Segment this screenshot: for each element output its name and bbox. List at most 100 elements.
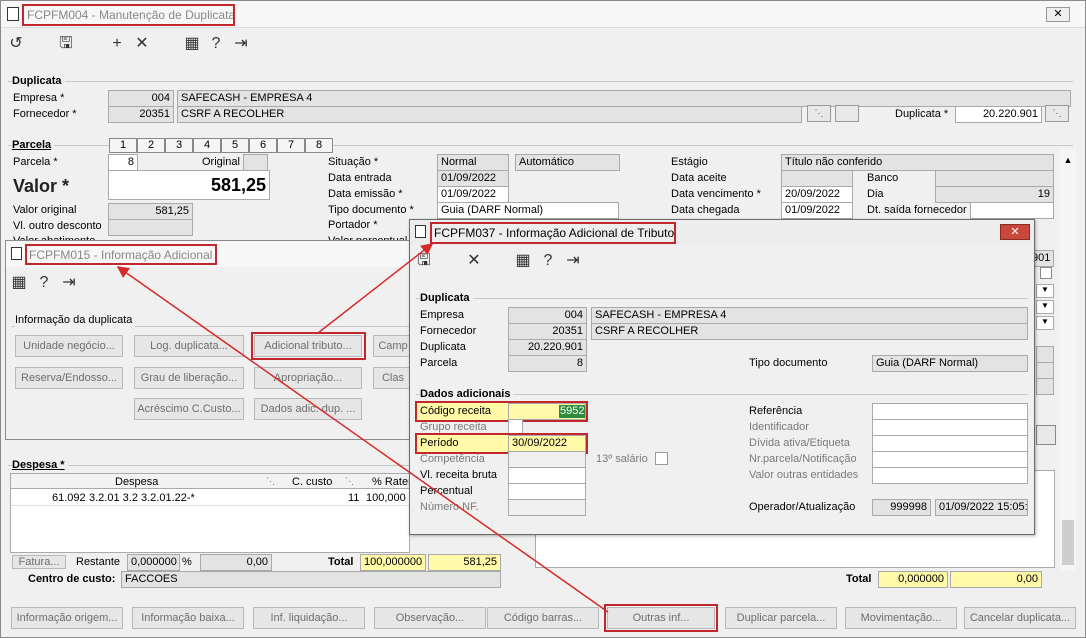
col-despesa-filter-icon[interactable]: ⋱ <box>266 475 275 488</box>
close-icon[interactable]: ✕ <box>1046 7 1070 22</box>
duplicata-lookup-button[interactable]: ⋱ <box>1045 105 1069 122</box>
salario-checkbox[interactable] <box>655 452 668 465</box>
dados-adic-dup-button[interactable]: Dados adic. dup. ... <box>254 398 362 420</box>
tributo-cancel-icon[interactable]: ✕ <box>465 252 483 270</box>
outro-desconto-label: Vl. outro desconto <box>13 220 102 232</box>
vencimento-field[interactable]: 20/09/2022 <box>781 186 853 203</box>
valor-outras-field[interactable] <box>872 467 1028 484</box>
tipo-documento-select[interactable]: Guia (DARF Normal) <box>437 202 619 219</box>
unidade-negocio-button[interactable]: Unidade negócio... <box>15 335 123 357</box>
valor-field[interactable]: 581,25 <box>108 170 270 200</box>
fornecedor-lookup-button[interactable]: ⋱ <box>807 105 831 122</box>
info-exit-icon[interactable]: ⇥ <box>60 274 78 292</box>
info-doc-icon <box>11 247 22 260</box>
receita-bruta-label: Vl. receita bruta <box>420 469 498 481</box>
side-button[interactable] <box>1036 425 1056 445</box>
fornecedor-code-field[interactable]: 20351 <box>108 106 174 123</box>
percentual-field[interactable] <box>508 483 586 500</box>
row-ccusto: 11 <box>348 492 360 504</box>
codigo-barras-button[interactable]: Código barras... <box>487 607 599 629</box>
codigo-receita-highlight <box>415 401 588 422</box>
tributo-help-icon[interactable]: ? <box>539 252 557 270</box>
tributo-close-icon[interactable]: ✕ <box>1000 224 1030 240</box>
clas-button[interactable]: Clas <box>373 367 413 389</box>
fatura-button[interactable]: Fatura... <box>12 555 66 569</box>
info-title-highlight <box>25 244 217 265</box>
inf-liquidacao-button[interactable]: Inf. liquidação... <box>253 607 365 629</box>
col-ccusto-header[interactable]: C. custo <box>292 476 332 489</box>
duplicar-parcela-button[interactable]: Duplicar parcela... <box>725 607 837 629</box>
tab-parcela-6[interactable]: 6 <box>249 138 277 153</box>
calendar-icon[interactable]: ▦ <box>183 35 201 53</box>
competencia-field[interactable] <box>508 451 586 468</box>
identificador-label: Identificador <box>749 421 809 433</box>
info-calendar-icon[interactable]: ▦ <box>10 274 28 292</box>
tributo-calendar-icon[interactable]: ▦ <box>514 252 532 270</box>
adicional-tributo-highlight <box>251 332 366 360</box>
salario-label: 13º salário <box>596 453 648 465</box>
refresh-icon[interactable]: ↺ <box>7 35 25 53</box>
add-icon[interactable]: + <box>108 35 126 53</box>
tab-parcela-1[interactable]: 1 <box>109 138 137 153</box>
acrescimo-ccusto-button[interactable]: Acréscimo C.Custo... <box>134 398 244 420</box>
tab-parcela-4[interactable]: 4 <box>193 138 221 153</box>
scroll-thumb[interactable] <box>1062 520 1074 565</box>
fornecedor-extra-button[interactable] <box>835 105 859 122</box>
portador-label: Portador * <box>328 219 378 231</box>
grau-liberacao-button[interactable]: Grau de liberação... <box>134 367 244 389</box>
numero-nf-field[interactable] <box>508 499 586 516</box>
observacao-button[interactable]: Observação... <box>374 607 486 629</box>
valor-original-field: 581,25 <box>108 203 193 220</box>
scroll-up-icon[interactable]: ▲ <box>1060 155 1076 165</box>
side-dropdown-2[interactable]: ▼ <box>1036 300 1054 314</box>
movimentacao-button[interactable]: Movimentação... <box>845 607 957 629</box>
info-help-icon[interactable]: ? <box>35 274 53 292</box>
exit-icon[interactable]: ⇥ <box>232 35 250 53</box>
side-dropdown-1[interactable]: ▼ <box>1036 284 1054 298</box>
total-label: Total <box>328 556 354 568</box>
col-rateio-header[interactable]: % Rater <box>372 476 412 489</box>
tab-parcela-2[interactable]: 2 <box>137 138 165 153</box>
col-despesa-header[interactable]: Despesa <box>115 476 158 489</box>
parcela-field[interactable]: 8 <box>108 154 138 171</box>
side-dropdown-3[interactable]: ▼ <box>1036 316 1054 330</box>
tributo-fornecedor-name: CSRF A RECOLHER <box>591 323 1028 340</box>
centro-custo-label: Centro de custo: <box>28 573 116 585</box>
pct-sign: % <box>182 556 192 568</box>
duplicata-field[interactable]: 20.220.901 <box>955 106 1042 123</box>
empresa-code-field[interactable]: 004 <box>108 90 174 107</box>
nr-parcela-field[interactable] <box>872 451 1028 468</box>
referencia-field[interactable] <box>872 403 1028 420</box>
tab-parcela-3[interactable]: 3 <box>165 138 193 153</box>
emissao-label: Data emissão * <box>328 188 403 200</box>
side-checkbox[interactable] <box>1040 267 1052 279</box>
informacao-baixa-button[interactable]: Informação baixa... <box>132 607 244 629</box>
informacao-origem-button[interactable]: Informação origem... <box>11 607 123 629</box>
chegada-field[interactable]: 01/09/2022 <box>781 202 853 219</box>
camp-button[interactable]: Camp <box>373 335 413 357</box>
vencimento-label: Data vencimento * <box>671 188 761 200</box>
tab-parcela-8[interactable]: 8 <box>305 138 333 153</box>
tributo-duplicata-field: 20.220.901 <box>508 339 587 356</box>
tributo-window <box>409 219 1035 535</box>
tab-parcela-5[interactable]: 5 <box>221 138 249 153</box>
tributo-exit-icon[interactable]: ⇥ <box>564 252 582 270</box>
cancelar-duplicata-button[interactable]: Cancelar duplicata... <box>964 607 1076 629</box>
tributo-save-icon[interactable]: 🖫 <box>415 252 433 270</box>
original-flag-field <box>243 154 268 171</box>
emissao-field[interactable]: 01/09/2022 <box>437 186 509 203</box>
log-duplicata-button[interactable]: Log. duplicata... <box>134 335 244 357</box>
save-icon[interactable]: 🖫 <box>57 35 75 53</box>
main-title-highlight <box>22 4 235 26</box>
main-scrollbar[interactable] <box>1060 150 1076 570</box>
reserva-endosso-button[interactable]: Reserva/Endosso... <box>15 367 123 389</box>
delete-icon[interactable]: ✕ <box>133 35 151 53</box>
receita-bruta-field[interactable] <box>508 467 586 484</box>
tab-parcela-7[interactable]: 7 <box>277 138 305 153</box>
col-ccusto-filter-icon[interactable]: ⋱ <box>345 475 354 488</box>
apropriacao-button[interactable]: Apropriação... <box>254 367 362 389</box>
divida-ativa-field[interactable] <box>872 435 1028 452</box>
saida-fornecedor-field[interactable] <box>970 202 1054 219</box>
identificador-field[interactable] <box>872 419 1028 436</box>
help-icon[interactable]: ? <box>207 35 225 53</box>
